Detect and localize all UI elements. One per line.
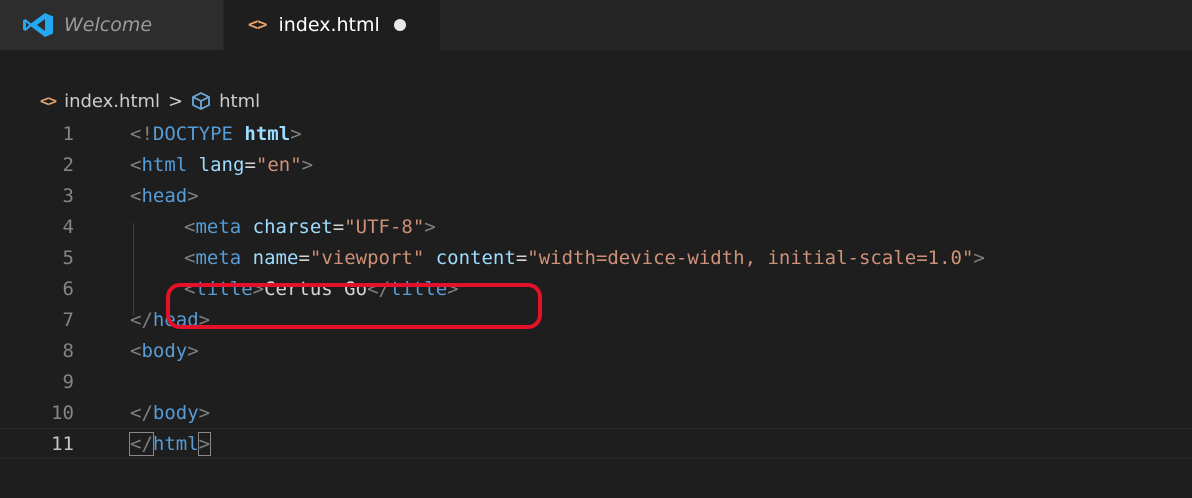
line-code: <title>Certus Go</title> <box>184 277 459 300</box>
line-code: <!DOCTYPE html> <box>130 122 302 145</box>
code-line[interactable]: 2 <html lang="en"> <box>0 149 1192 180</box>
breadcrumb-file[interactable]: index.html <box>64 91 160 112</box>
code-line-current[interactable]: 11 </html> <box>0 428 1192 459</box>
line-number: 3 <box>62 184 74 207</box>
code-line[interactable]: 7 </head> <box>0 304 1192 335</box>
line-number: 6 <box>62 277 74 300</box>
line-code: </html> <box>129 431 212 456</box>
indent-guide <box>133 223 134 316</box>
line-code: <head> <box>130 184 199 207</box>
line-number: 9 <box>62 370 74 393</box>
line-number: 8 <box>62 339 74 362</box>
line-number: 7 <box>62 308 74 331</box>
line-code: <meta charset="UTF-8"> <box>184 215 436 238</box>
html-file-icon: <> <box>40 92 57 110</box>
tab-index-html[interactable]: <> index.html <box>224 0 440 50</box>
tab-bar-empty-area <box>440 0 1192 50</box>
line-number: 4 <box>62 215 74 238</box>
code-line[interactable]: 1 <!DOCTYPE html> <box>0 118 1192 149</box>
line-code: </body> <box>130 401 211 424</box>
breadcrumb-symbol[interactable]: html <box>219 91 260 112</box>
line-number: 11 <box>51 432 74 455</box>
tab-welcome-label: Welcome <box>64 14 153 36</box>
line-code: <body> <box>130 339 199 362</box>
code-editor[interactable]: 1 <!DOCTYPE html> 2 <html lang="en"> 3 <… <box>0 118 1192 498</box>
vscode-logo-icon <box>23 13 53 37</box>
line-number: 5 <box>62 246 74 269</box>
symbol-cube-icon <box>192 92 211 110</box>
code-line[interactable]: 4 <meta charset="UTF-8"> <box>0 211 1192 242</box>
line-code: <meta name="viewport" content="width=dev… <box>184 246 985 269</box>
breadcrumb-separator: > <box>168 90 184 112</box>
code-line[interactable]: 5 <meta name="viewport" content="width=d… <box>0 242 1192 273</box>
code-line[interactable]: 6 <title>Certus Go</title> <box>0 273 1192 304</box>
tab-index-label: index.html <box>278 14 380 36</box>
line-number: 2 <box>62 153 74 176</box>
line-code: <html lang="en"> <box>130 153 314 176</box>
tab-bar: Welcome <> index.html <box>0 0 1192 50</box>
line-number: 10 <box>51 401 74 424</box>
code-line[interactable]: 10 </body> <box>0 397 1192 428</box>
code-line[interactable]: 9 <box>0 366 1192 397</box>
html-file-icon: <> <box>248 15 268 35</box>
code-line[interactable]: 8 <body> <box>0 335 1192 366</box>
line-number: 1 <box>62 122 74 145</box>
line-code: </head> <box>130 308 211 331</box>
breadcrumb: <> index.html > html <box>0 84 1192 118</box>
tab-welcome[interactable]: Welcome <box>0 0 224 50</box>
unsaved-dot-icon[interactable] <box>393 19 406 31</box>
code-line[interactable]: 3 <head> <box>0 180 1192 211</box>
